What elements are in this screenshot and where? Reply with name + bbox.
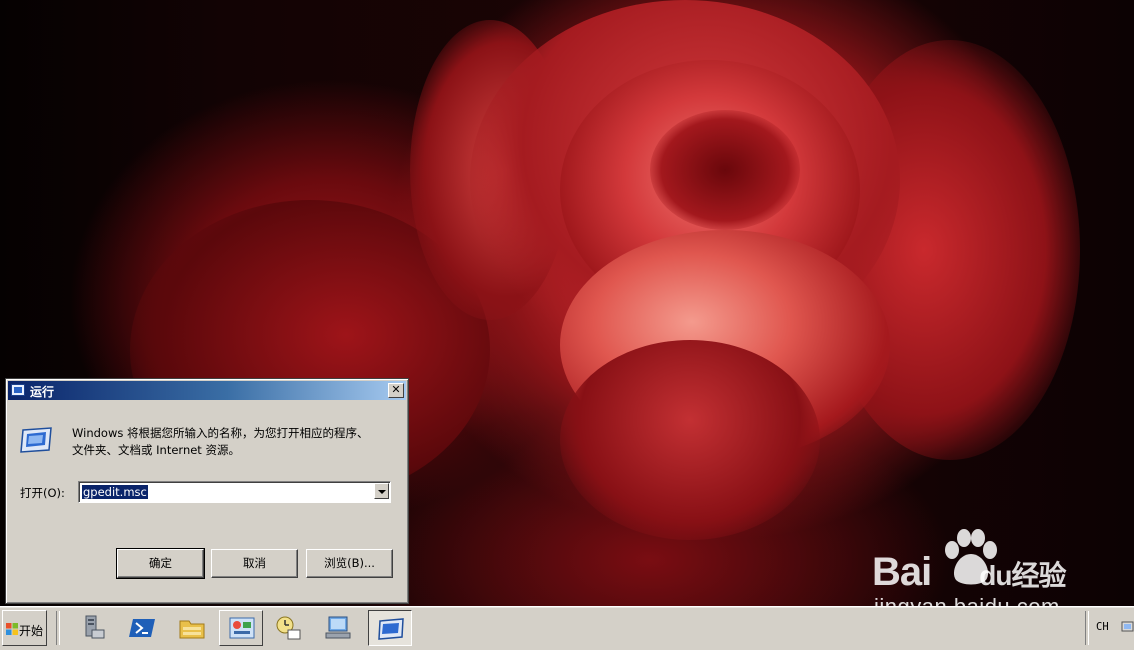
taskbar: 开始 CH bbox=[0, 606, 1134, 650]
task-scheduler-icon[interactable] bbox=[266, 610, 310, 646]
windows-flag-icon bbox=[6, 623, 18, 635]
run-dialog-task-icon[interactable] bbox=[368, 610, 412, 646]
browse-button[interactable]: 浏览(B)... bbox=[306, 549, 393, 578]
explorer-folder-icon[interactable] bbox=[170, 610, 214, 646]
rose-petal bbox=[560, 340, 820, 540]
cancel-button[interactable]: 取消 bbox=[211, 549, 298, 578]
dialog-title: 运行 bbox=[30, 385, 55, 399]
chevron-down-icon[interactable] bbox=[374, 483, 389, 499]
dialog-titlebar[interactable]: 运行 ✕ bbox=[8, 381, 406, 400]
run-dialog: 运行 ✕ Windows 将根据您所输入的名称，为您打开相应的程序、 文件夹、文… bbox=[5, 378, 409, 604]
control-panel-icon[interactable] bbox=[219, 610, 263, 646]
open-combobox[interactable]: gpedit.msc bbox=[78, 481, 391, 503]
close-button[interactable]: ✕ bbox=[388, 383, 404, 398]
start-button[interactable]: 开始 bbox=[2, 610, 47, 646]
ok-button[interactable]: 确定 bbox=[116, 548, 205, 579]
description-line: 文件夹、文档或 Internet 资源。 bbox=[72, 443, 240, 457]
tray-network-icon[interactable] bbox=[1121, 619, 1134, 635]
paw-icon bbox=[945, 529, 997, 585]
taskbar-separator bbox=[56, 611, 60, 645]
run-icon bbox=[11, 384, 25, 396]
rose-petal bbox=[650, 110, 800, 230]
watermark-site: jingyan.baidu.com bbox=[874, 594, 1060, 606]
server-manager-icon[interactable] bbox=[70, 610, 114, 646]
open-label: 打开(O): bbox=[20, 486, 65, 500]
open-input[interactable]: gpedit.msc bbox=[82, 485, 148, 499]
network-computer-icon[interactable] bbox=[316, 610, 360, 646]
start-label: 开始 bbox=[19, 624, 44, 638]
baidu-watermark: Baidu经验 jingyan.baidu.com bbox=[872, 528, 1092, 606]
description-line: Windows 将根据您所输入的名称，为您打开相应的程序、 bbox=[72, 426, 369, 440]
run-program-icon bbox=[20, 427, 52, 453]
powershell-icon[interactable] bbox=[120, 610, 164, 646]
language-indicator[interactable]: CH bbox=[1096, 621, 1109, 633]
taskbar-separator bbox=[1085, 611, 1089, 645]
